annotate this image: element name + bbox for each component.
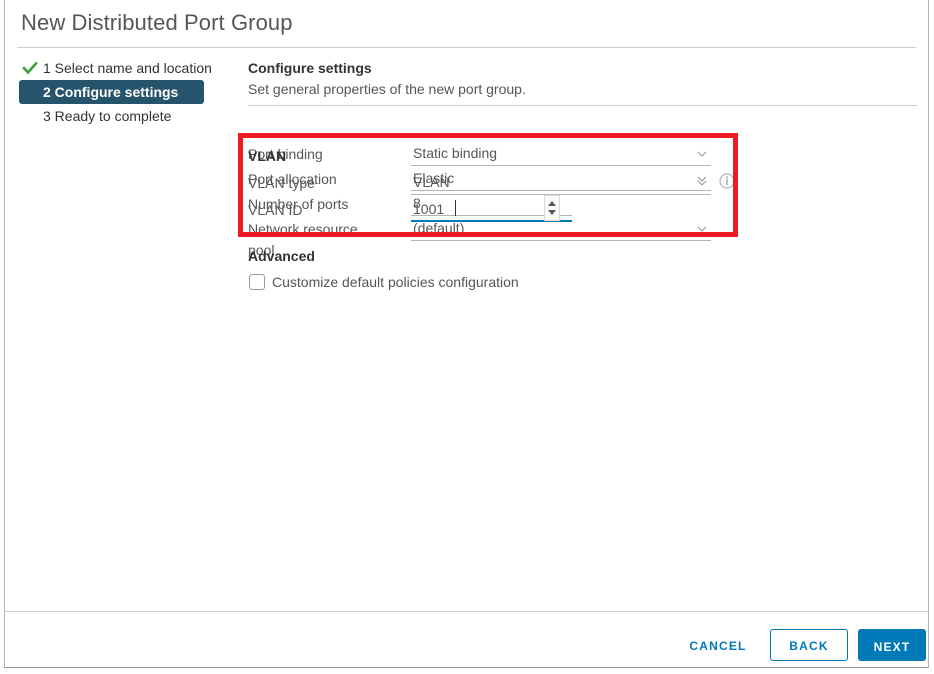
vlan-type-label: VLAN type bbox=[248, 175, 315, 191]
wizard-step-configure-settings[interactable]: 2 Configure settings bbox=[19, 80, 204, 104]
next-button[interactable]: NEXT bbox=[858, 629, 926, 661]
footer-divider bbox=[5, 611, 928, 612]
configure-settings-pane: Configure settings Set general propertie… bbox=[238, 0, 928, 667]
vlan-id-value: 1001 bbox=[413, 201, 445, 217]
form-row-vlan-type: VLAN type VLAN bbox=[248, 172, 928, 199]
vlan-type-value: VLAN bbox=[413, 174, 450, 190]
advanced-section-heading: Advanced bbox=[248, 248, 315, 264]
vlan-form: VLAN type VLAN VLAN ID 1001 bbox=[248, 172, 928, 226]
chevron-down-icon bbox=[697, 178, 707, 188]
stepper-down-icon[interactable] bbox=[548, 210, 556, 215]
wizard-step-label: 3 Ready to complete bbox=[43, 108, 172, 124]
vlan-id-input[interactable]: 1001 bbox=[411, 195, 572, 222]
vlan-id-stepper[interactable] bbox=[544, 195, 560, 221]
wizard-step-label: 2 Configure settings bbox=[43, 84, 179, 100]
new-distributed-port-group-dialog: New Distributed Port Group 1 Select name… bbox=[4, 0, 929, 668]
wizard-steps: 1 Select name and location 2 Configure s… bbox=[19, 56, 229, 128]
pane-divider bbox=[248, 105, 917, 106]
form-row-vlan-id: VLAN ID 1001 bbox=[248, 195, 928, 226]
text-cursor bbox=[455, 200, 456, 216]
vlan-section-heading: VLAN bbox=[248, 148, 287, 164]
wizard-step-label: 1 Select name and location bbox=[43, 60, 212, 76]
back-button[interactable]: BACK bbox=[770, 629, 848, 661]
pane-title: Configure settings bbox=[248, 60, 372, 76]
customize-default-policies-label: Customize default policies configuration bbox=[272, 274, 519, 290]
wizard-step-ready-to-complete[interactable]: 3 Ready to complete bbox=[19, 104, 229, 128]
stepper-up-icon[interactable] bbox=[548, 201, 556, 206]
check-icon bbox=[22, 59, 38, 75]
cancel-button[interactable]: CANCEL bbox=[677, 632, 759, 658]
customize-default-policies-checkbox[interactable] bbox=[249, 274, 265, 290]
vlan-id-label: VLAN ID bbox=[248, 202, 303, 218]
vlan-type-dropdown[interactable]: VLAN bbox=[411, 172, 711, 195]
pane-subtitle: Set general properties of the new port g… bbox=[248, 81, 526, 97]
wizard-step-select-name-and-location[interactable]: 1 Select name and location bbox=[19, 56, 229, 80]
